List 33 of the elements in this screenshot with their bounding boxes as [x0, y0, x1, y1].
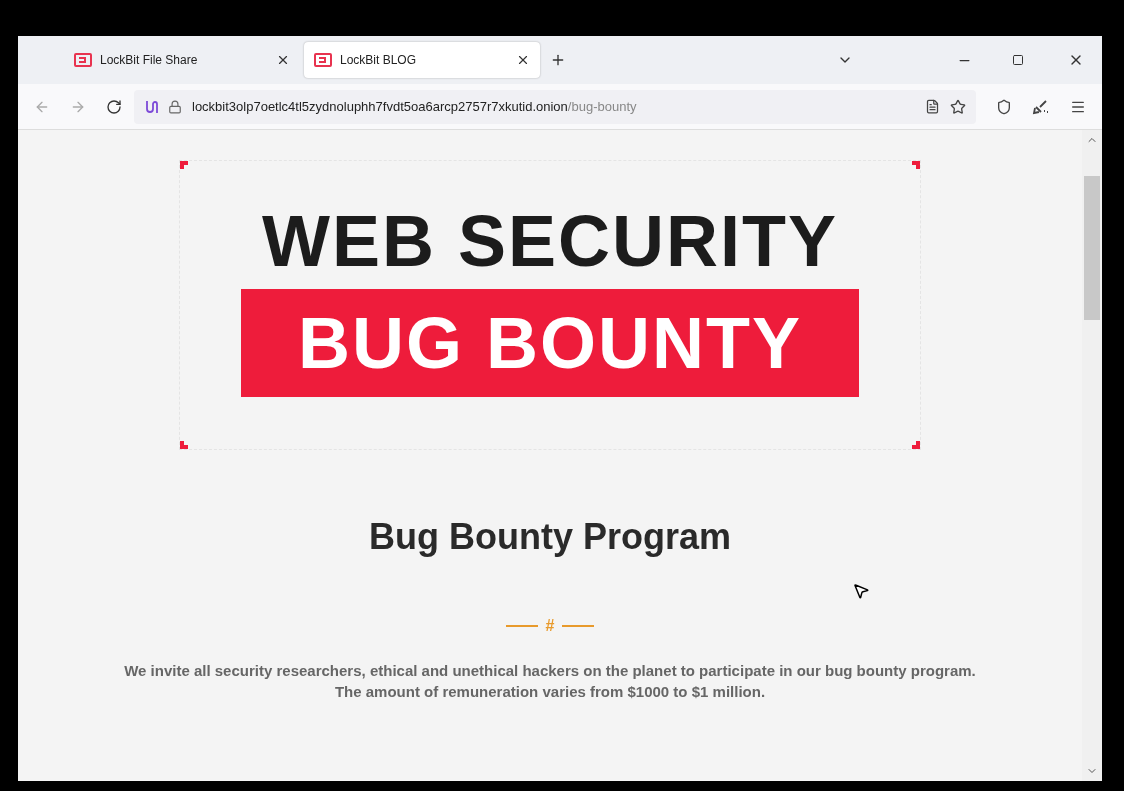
logo-icon: [74, 53, 92, 67]
intro-text: We invite all security researchers, ethical and unethical hackers on the planet to participate in our bug bounty program.: [124, 661, 976, 681]
corner-mark: [180, 441, 188, 449]
divider-line: [562, 625, 595, 627]
divider-line: [505, 625, 538, 627]
corner-mark: [912, 441, 920, 449]
maximize-icon[interactable]: [1012, 54, 1024, 66]
url-host: lockbit3olp7oetlc4tl5zydnoluphh7fvdt5oa6arcp2757r7xkutid.onion: [192, 98, 568, 114]
bookmark-star-icon[interactable]: [950, 98, 966, 115]
close-icon[interactable]: [516, 53, 530, 67]
lock-icon: [168, 99, 182, 114]
scrollbar[interactable]: [1082, 130, 1102, 781]
url-path: /bug-bounty: [567, 98, 637, 114]
shield-icon[interactable]: [996, 98, 1012, 115]
reader-view-icon[interactable]: [925, 99, 940, 114]
new-tab-icon[interactable]: [550, 52, 566, 68]
corner-mark: [912, 161, 920, 169]
tab-title: LockBit BLOG: [340, 52, 418, 69]
browser-tab[interactable]: LockBit File Share: [64, 42, 300, 78]
banner-highlight: BUG BOUNTY: [241, 289, 859, 397]
page-heading: Bug Bounty Program: [369, 515, 731, 559]
logo-icon: [314, 53, 332, 67]
address-bar[interactable]: lockbit3olp7oetlc4tl5zydnoluphh7fvdt5oa6arcp2757r7xkutid.onion/bug-bounty: [134, 89, 976, 124]
divider-mark: #: [545, 616, 555, 636]
reload-icon[interactable]: [106, 98, 122, 115]
browser-tab[interactable]: LockBit BLOG: [304, 42, 540, 78]
intro-text: The amount of remuneration varies from $1000 to $1 million.: [334, 682, 766, 702]
banner-title: WEB SECURITY: [262, 201, 838, 281]
close-icon[interactable]: [276, 53, 290, 67]
corner-mark: [180, 161, 188, 169]
mouse-cursor-icon: [852, 582, 870, 600]
tab-title: LockBit File Share: [100, 52, 199, 69]
scrollbar-thumb[interactable]: [1084, 176, 1100, 320]
